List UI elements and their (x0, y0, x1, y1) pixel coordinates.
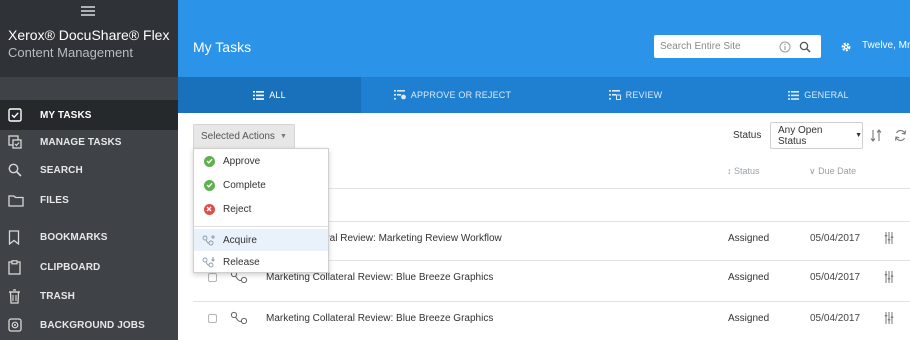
row-status: Assigned (728, 233, 770, 244)
row-actions-icon[interactable] (884, 231, 894, 249)
row-title[interactable]: Marketing Collateral Review: Blue Breeze… (266, 272, 493, 283)
row-due-date: 05/04/2017 (810, 272, 861, 283)
folder-icon (8, 192, 30, 208)
sidebar-item-files[interactable]: FILES (0, 185, 178, 215)
row-title[interactable]: teral Review: Marketing Review Workflow (318, 233, 502, 244)
selected-actions-button[interactable]: Selected Actions ▼ (193, 124, 295, 149)
tab-label: GENERAL (804, 90, 849, 100)
sidebar-item-label: FILES (40, 194, 69, 206)
menu-item-approve[interactable]: Approve (194, 150, 328, 172)
gear-icon[interactable] (840, 40, 852, 58)
menu-item-label: Complete (223, 179, 266, 191)
menu-item-acquire[interactable]: Acquire (194, 229, 328, 251)
approve-icon (202, 154, 216, 168)
complete-icon (202, 178, 216, 192)
list-icon (253, 90, 265, 100)
tab-general[interactable]: GENERAL (727, 77, 910, 113)
sidebar-item-label: MANAGE TASKS (40, 136, 122, 148)
user-menu[interactable]: Twelve, Mr (862, 40, 910, 51)
tab-label: APPROVE OR REJECT (410, 90, 512, 100)
row-checkbox[interactable] (208, 273, 217, 282)
review-list-icon (608, 90, 621, 100)
selected-actions-label: Selected Actions (201, 131, 275, 142)
tab-review[interactable]: REVIEW (544, 77, 727, 113)
site-search (654, 35, 821, 58)
selected-actions-menu: Approve Complete Reject Acquire Release (193, 148, 329, 273)
clipboard-icon (8, 259, 30, 275)
row-title[interactable]: Marketing Collateral Review: Blue Breeze… (266, 313, 493, 324)
checkbox-icon (8, 107, 30, 123)
brand-title: Xerox® DocuShare® Flex (8, 27, 170, 43)
tab-approve-or-reject[interactable]: APPROVE OR REJECT (361, 77, 544, 113)
search-icon (8, 162, 30, 178)
tab-all[interactable]: ALL (178, 77, 361, 113)
page-title: My Tasks (193, 39, 252, 55)
brand-header: Xerox® DocuShare® Flex Content Managemen… (0, 0, 178, 77)
menu-item-label: Release (223, 256, 260, 268)
bookmark-icon (8, 229, 30, 245)
approve-list-icon (393, 90, 406, 100)
table-row[interactable]: Marketing Collateral Review: Blue Breeze… (178, 303, 910, 335)
sort-icon[interactable] (870, 129, 883, 147)
manage-tasks-icon (8, 134, 30, 150)
sidebar-item-label: BACKGROUND JOBS (40, 319, 145, 331)
menu-item-release[interactable]: Release (194, 251, 328, 273)
menu-item-label: Reject (223, 203, 252, 215)
status-filter-select[interactable]: Any Open Status ▼ (770, 122, 863, 149)
workflow-icon (230, 311, 248, 330)
sidebar-item-label: MY TASKS (40, 109, 92, 121)
divider (193, 301, 910, 302)
sidebar-item-background-jobs[interactable]: BACKGROUND JOBS (0, 310, 178, 340)
tab-label: REVIEW (625, 90, 663, 100)
list-icon (788, 90, 800, 100)
sidebar-item-trash[interactable]: TRASH (0, 281, 178, 311)
brand-subtitle: Content Management (8, 45, 134, 60)
sidebar-item-label: SEARCH (40, 164, 83, 176)
background-jobs-icon (8, 317, 30, 333)
tab-label: ALL (269, 90, 286, 100)
sidebar-item-label: CLIPBOARD (40, 261, 101, 273)
info-icon[interactable] (779, 40, 791, 58)
sidebar-item-label: TRASH (40, 290, 75, 302)
menu-item-complete[interactable]: Complete (194, 174, 328, 196)
sidebar-item-clipboard[interactable]: CLIPBOARD (0, 252, 178, 282)
release-icon (202, 255, 216, 269)
reject-icon (202, 202, 216, 216)
row-due-date: 05/04/2017 (810, 313, 861, 324)
row-status: Assigned (728, 272, 770, 283)
row-actions-icon[interactable] (884, 311, 894, 329)
menu-item-label: Approve (223, 155, 261, 167)
row-due-date: 05/04/2017 (810, 233, 861, 244)
chevron-down-icon: ▼ (855, 132, 862, 139)
status-filter-label: Status (733, 130, 762, 141)
hamburger-menu-icon[interactable] (81, 6, 95, 16)
menu-item-label: Acquire (223, 234, 257, 246)
row-checkbox[interactable] (208, 314, 217, 323)
status-filter-value: Any Open Status (778, 124, 823, 147)
chevron-down-icon: ▼ (279, 133, 287, 140)
sidebar-item-search[interactable]: SEARCH (0, 155, 178, 185)
refresh-icon[interactable] (894, 129, 907, 147)
sidebar-item-my-tasks[interactable]: MY TASKS (0, 100, 178, 130)
sidebar-item-manage-tasks[interactable]: MANAGE TASKS (0, 127, 178, 157)
search-icon[interactable] (799, 40, 811, 58)
sidebar-item-label: BOOKMARKS (40, 231, 108, 243)
top-header: My Tasks Twelve, Mr (178, 0, 910, 77)
trash-icon (8, 288, 30, 304)
sidebar-item-bookmarks[interactable]: BOOKMARKS (0, 222, 178, 252)
row-actions-icon[interactable] (884, 270, 894, 288)
row-status: Assigned (728, 313, 770, 324)
column-header-due-date[interactable]: ∨ Due Date (809, 166, 856, 177)
menu-divider (194, 226, 328, 227)
column-header-status[interactable]: ↕ Status (727, 166, 760, 176)
search-input[interactable] (660, 39, 760, 54)
sidebar: Xerox® DocuShare® Flex Content Managemen… (0, 0, 178, 340)
acquire-icon (202, 233, 216, 247)
task-tabs: ALL APPROVE OR REJECT REVIEW GENERAL (178, 77, 910, 113)
menu-item-reject[interactable]: Reject (194, 198, 328, 220)
